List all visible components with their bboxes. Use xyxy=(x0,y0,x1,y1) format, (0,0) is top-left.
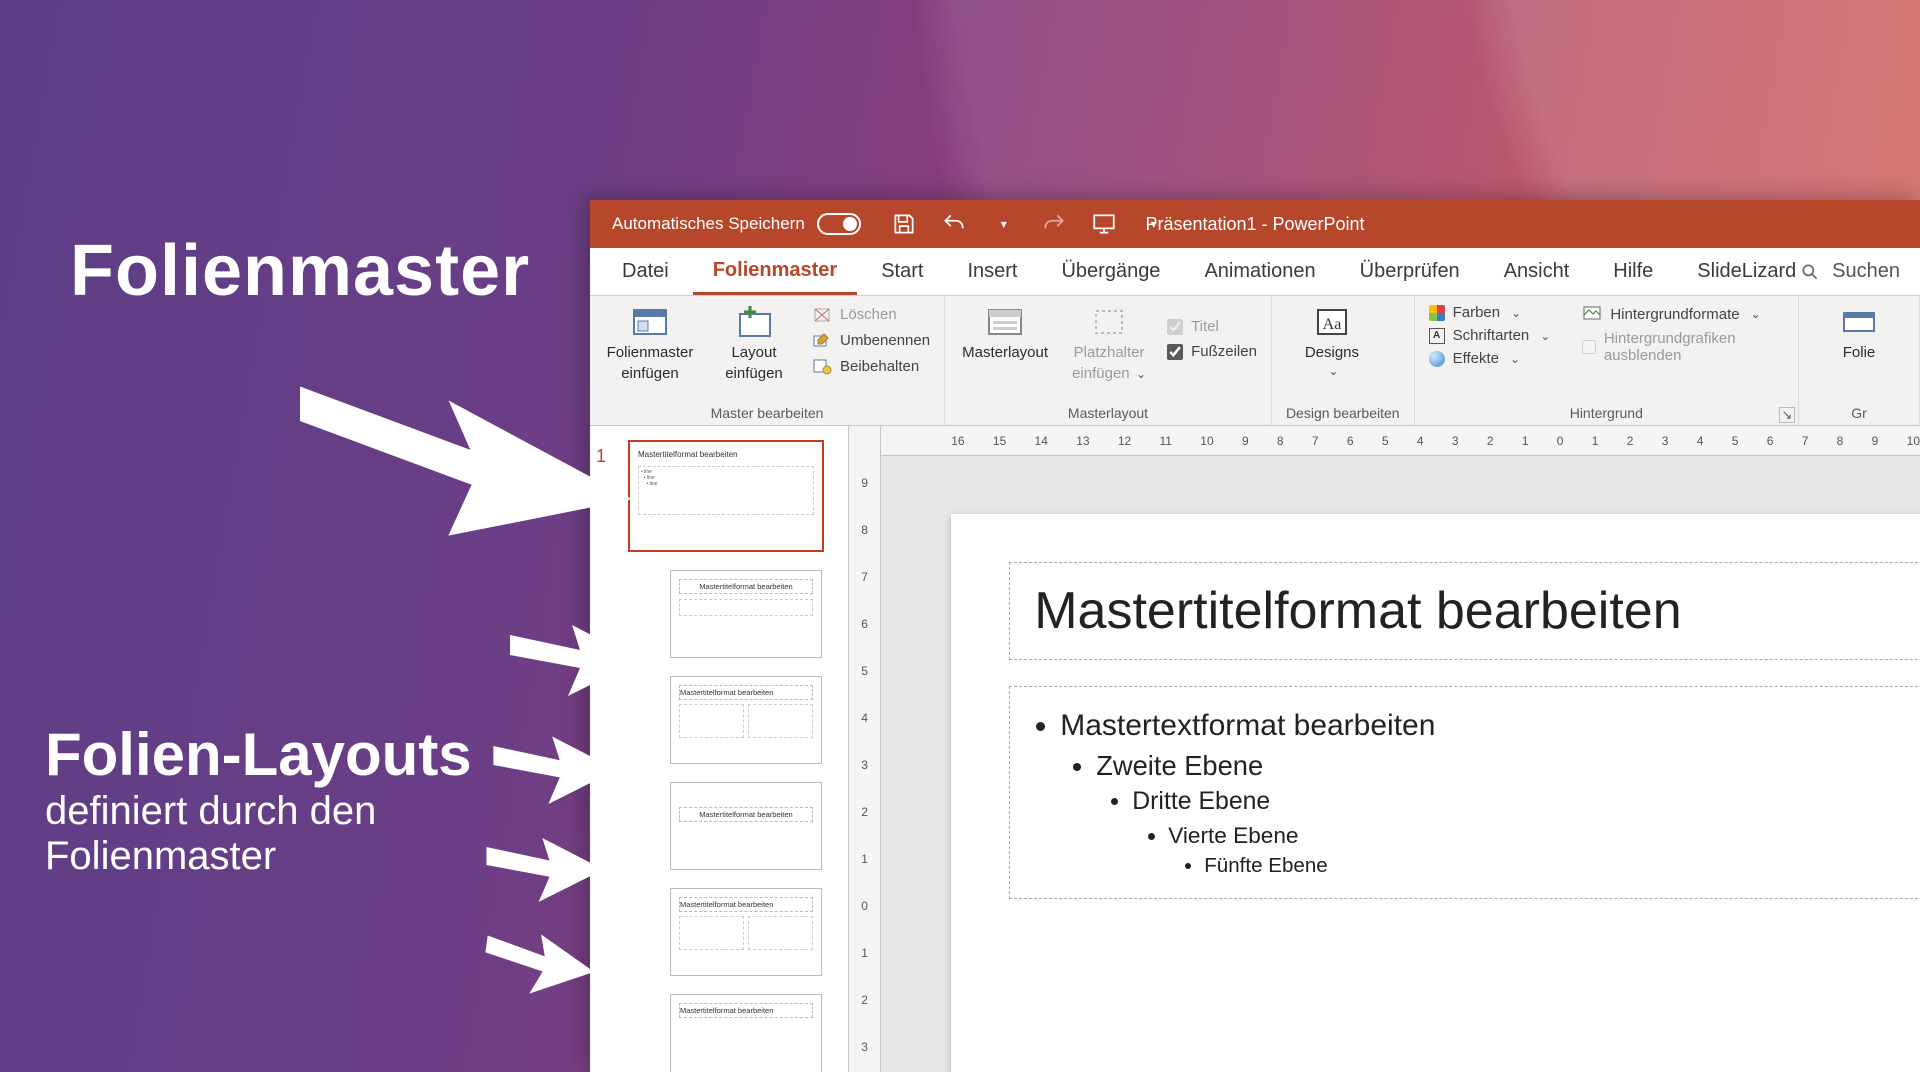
ribbon-tabs: Datei Folienmaster Start Insert Übergäng… xyxy=(590,248,1920,296)
title-checkbox-input[interactable] xyxy=(1167,319,1183,335)
search-label: Suchen xyxy=(1832,260,1900,283)
hide-bg-checkbox[interactable]: Hintergrundgrafiken ausblenden xyxy=(1582,330,1784,364)
preserve-button[interactable]: Beibehalten xyxy=(812,356,930,376)
tab-uebergaenge[interactable]: Übergänge xyxy=(1041,248,1180,295)
group-master-layout: Masterlayout Platzhalter einfügen ⌄ Tite… xyxy=(945,296,1272,425)
master-thumbnail[interactable]: Mastertitelformat bearbeiten • line • li… xyxy=(628,440,824,552)
theme-controls: Farben⌄ A Schriftarten⌄ Effekte⌄ xyxy=(1429,304,1551,367)
group-caption: Gr xyxy=(1813,405,1905,423)
tab-folienmaster[interactable]: Folienmaster xyxy=(693,248,857,295)
ribbon: Folienmaster einfügen Layout einfügen Lö… xyxy=(590,296,1920,426)
tab-start[interactable]: Start xyxy=(861,248,943,295)
svg-text:Aa: Aa xyxy=(1323,316,1342,333)
tab-insert[interactable]: Insert xyxy=(947,248,1037,295)
slide-number: 1 xyxy=(596,446,606,467)
master-layout-button[interactable]: Masterlayout xyxy=(959,304,1051,361)
group-caption: Master bearbeiten xyxy=(604,405,930,423)
tab-animationen[interactable]: Animationen xyxy=(1184,248,1335,295)
bgformats-button[interactable]: Hintergrundformate⌄ xyxy=(1582,304,1784,324)
footer-checkbox-input[interactable] xyxy=(1167,344,1183,360)
footer-checkbox[interactable]: Fußzeilen xyxy=(1167,343,1257,360)
layout-thumbnail[interactable]: Mastertitelformat bearbeiten xyxy=(670,994,822,1072)
delete-icon xyxy=(812,304,832,324)
chevron-down-icon: ⌄ xyxy=(1511,306,1521,320)
layout-thumbnail[interactable]: Mastertitelformat bearbeiten xyxy=(670,888,822,976)
group-hintergrund: Farben⌄ A Schriftarten⌄ Effekte⌄ Hinterg… xyxy=(1415,296,1799,425)
slideshow-icon[interactable] xyxy=(1091,211,1117,237)
undo-dropdown-icon[interactable]: ▾ xyxy=(991,211,1017,237)
search-box[interactable]: Suchen xyxy=(1800,248,1900,295)
slide-size-icon xyxy=(1839,304,1879,340)
insert-placeholder-button[interactable]: Platzhalter einfügen ⌄ xyxy=(1063,304,1155,383)
bg-controls: Hintergrundformate⌄ Hintergrundgrafiken … xyxy=(1582,304,1784,364)
save-icon[interactable] xyxy=(891,211,917,237)
colors-button[interactable]: Farben⌄ xyxy=(1429,304,1551,321)
toggle-switch-icon[interactable] xyxy=(817,213,861,235)
tab-ansicht[interactable]: Ansicht xyxy=(1484,248,1590,295)
canvas-wrap: 16151413121110987654321012345678910 Mast… xyxy=(881,426,1920,1072)
slide-size-button[interactable]: Folie xyxy=(1813,304,1905,361)
undo-icon[interactable] xyxy=(941,211,967,237)
tab-slidelizard[interactable]: SlideLizard xyxy=(1677,248,1816,295)
chevron-down-icon: ⌄ xyxy=(1328,365,1338,379)
body-placeholder[interactable]: Mastertextformat bearbeiten Zweite Ebene… xyxy=(1009,686,1920,899)
fonts-button[interactable]: A Schriftarten⌄ xyxy=(1429,327,1551,344)
slide-canvas[interactable]: Mastertitelformat bearbeiten Mastertextf… xyxy=(951,514,1920,1072)
tab-datei[interactable]: Datei xyxy=(602,248,689,295)
redo-icon[interactable] xyxy=(1041,211,1067,237)
tab-hilfe[interactable]: Hilfe xyxy=(1593,248,1673,295)
title-placeholder[interactable]: Mastertitelformat bearbeiten xyxy=(1009,562,1920,660)
group-caption: Design bearbeiten xyxy=(1286,405,1400,423)
work-area: 1 Mastertitelformat bearbeiten • line • … xyxy=(590,426,1920,1072)
chevron-down-icon: ⌄ xyxy=(1751,307,1761,321)
group-design-bearbeiten: Aa Designs ⌄ Design bearbeiten xyxy=(1272,296,1415,425)
colors-icon xyxy=(1429,305,1445,321)
search-icon xyxy=(1800,262,1820,282)
title-footer-checkboxes: Titel Fußzeilen xyxy=(1167,304,1257,360)
thumbnails-pane[interactable]: 1 Mastertitelformat bearbeiten • line • … xyxy=(590,426,849,1072)
qat-customize-icon[interactable]: ▾ xyxy=(1141,211,1167,237)
effects-button[interactable]: Effekte⌄ xyxy=(1429,350,1551,367)
layout-thumbnail[interactable]: Mastertitelformat bearbeiten xyxy=(670,570,822,658)
chevron-down-icon: ⌄ xyxy=(1540,329,1550,343)
title-checkbox[interactable]: Titel xyxy=(1167,318,1257,335)
chevron-down-icon: ⌄ xyxy=(1510,352,1520,366)
layout-thumbnail[interactable]: Mastertitelformat bearbeiten xyxy=(670,782,822,870)
chevron-down-icon: ⌄ xyxy=(1133,367,1146,381)
group-caption: Hintergrund xyxy=(1429,405,1784,423)
autosave-toggle[interactable]: Automatisches Speichern xyxy=(612,213,861,235)
preserve-icon xyxy=(812,356,832,376)
master-layout-icon xyxy=(985,304,1025,340)
bgformats-icon xyxy=(1582,304,1602,324)
fonts-icon: A xyxy=(1429,328,1445,344)
insert-layout-icon xyxy=(734,304,774,340)
placeholder-icon xyxy=(1089,304,1129,340)
slide-master-icon xyxy=(630,304,670,340)
powerpoint-window: Automatisches Speichern ▾ ▾ Präsentation… xyxy=(590,200,1920,1072)
insert-slide-master-button[interactable]: Folienmaster einfügen xyxy=(604,304,696,383)
master-edit-small-buttons: Löschen Umbenennen Beibehalten xyxy=(812,304,930,376)
insert-layout-button[interactable]: Layout einfügen xyxy=(708,304,800,383)
delete-button[interactable]: Löschen xyxy=(812,304,930,324)
dialog-launcher-icon[interactable]: ↘ xyxy=(1779,407,1795,423)
group-size: Folie Gr xyxy=(1799,296,1920,425)
rename-icon xyxy=(812,330,832,350)
layout-thumbnail[interactable]: Mastertitelformat bearbeiten xyxy=(670,676,822,764)
rename-button[interactable]: Umbenennen xyxy=(812,330,930,350)
tab-ueberpruefen[interactable]: Überprüfen xyxy=(1340,248,1480,295)
designs-icon: Aa xyxy=(1312,304,1352,340)
group-caption: Masterlayout xyxy=(959,405,1257,423)
effects-icon xyxy=(1429,351,1445,367)
title-bar: Automatisches Speichern ▾ ▾ Präsentation… xyxy=(590,200,1920,248)
horizontal-ruler: 16151413121110987654321012345678910 xyxy=(881,426,1920,456)
hide-bg-checkbox-input[interactable] xyxy=(1582,339,1596,355)
group-master-bearbeiten: Folienmaster einfügen Layout einfügen Lö… xyxy=(590,296,945,425)
designs-button[interactable]: Aa Designs ⌄ xyxy=(1286,304,1378,379)
quick-access-toolbar: ▾ ▾ xyxy=(891,211,1167,237)
autosave-label: Automatisches Speichern xyxy=(612,214,805,234)
editing-stage[interactable]: Mastertitelformat bearbeiten Mastertextf… xyxy=(881,456,1920,1072)
vertical-ruler: 98765432101234 xyxy=(849,426,881,1072)
